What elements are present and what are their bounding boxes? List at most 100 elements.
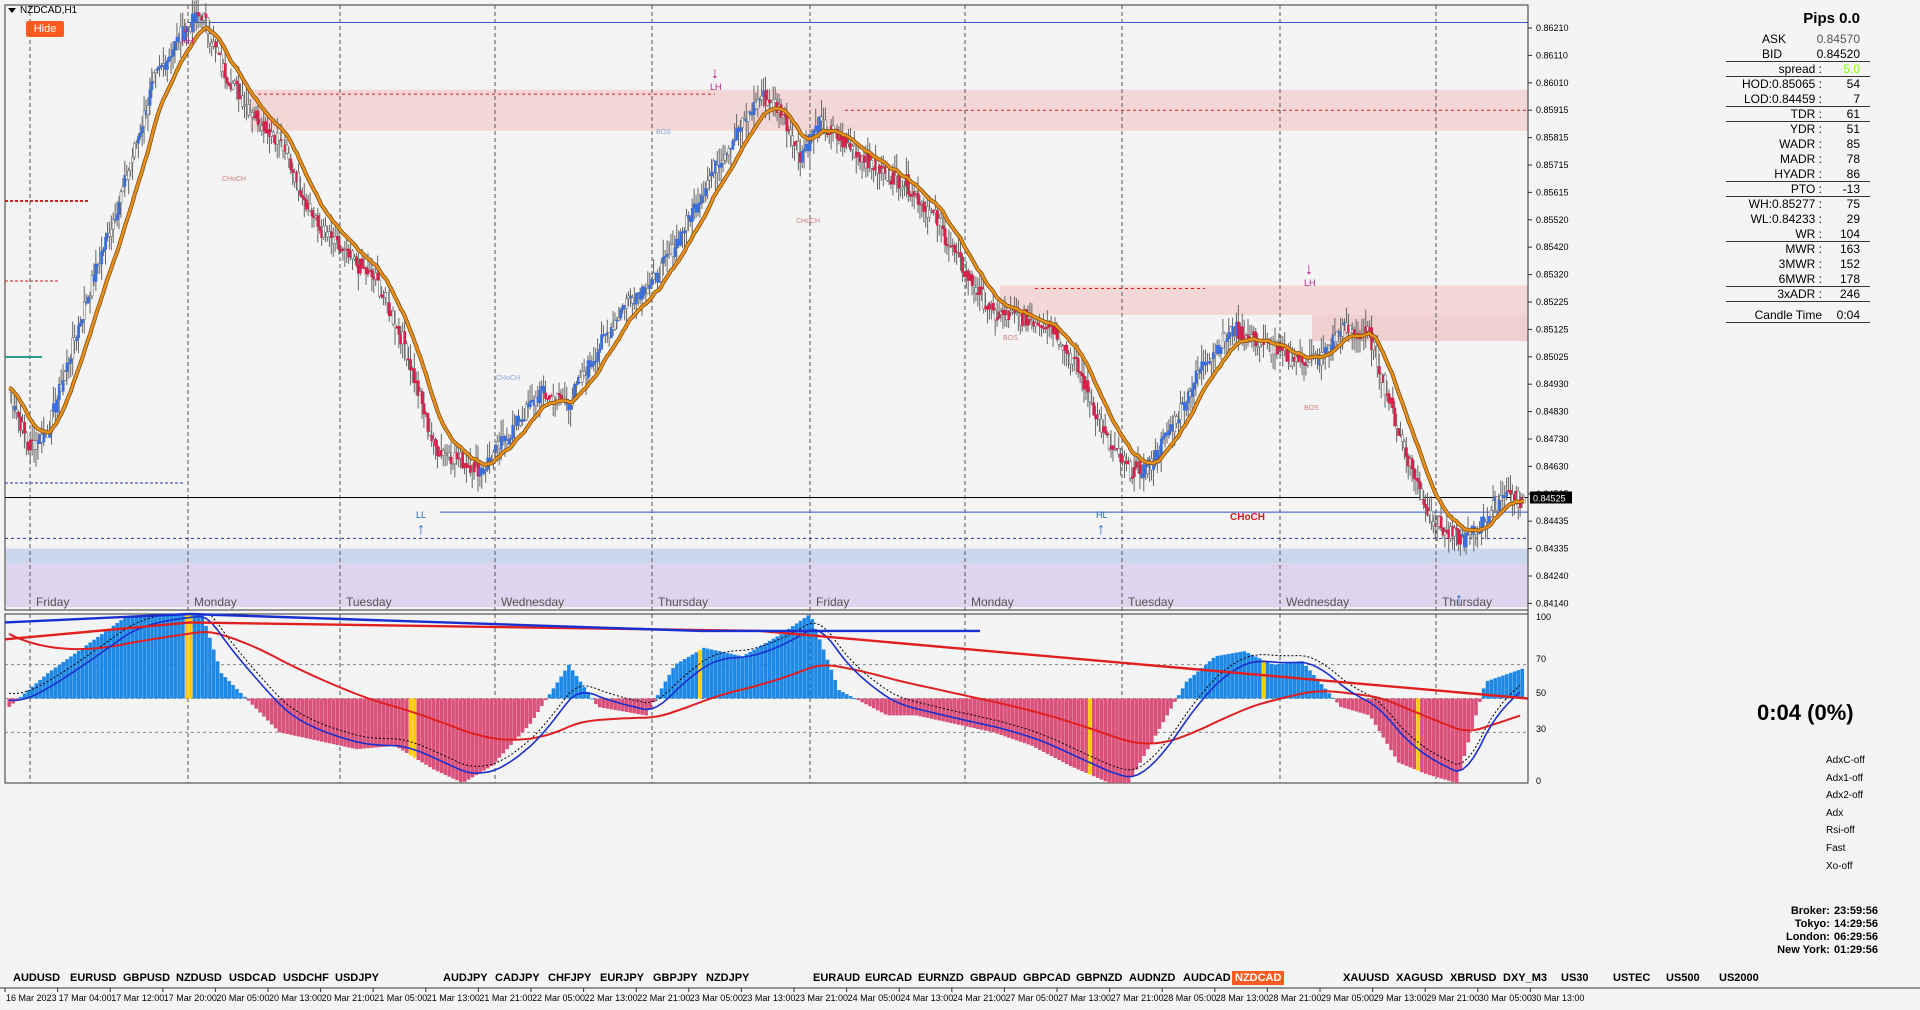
price-chart-canvas[interactable]: Friday Monday Tuesday Wednesday Thursday Frid… bbox=[0, 0, 1920, 1010]
candle-body bbox=[138, 132, 142, 137]
symbol-button-xagusd[interactable]: XAGUSD bbox=[1393, 971, 1446, 985]
symbol-button-chfjpy[interactable]: CHFJPY bbox=[545, 971, 594, 985]
time-tick-label: 28 Mar 13:00 bbox=[1216, 993, 1269, 1003]
candle-body bbox=[891, 171, 895, 185]
symbol-button-audnzd[interactable]: AUDNZD bbox=[1126, 971, 1178, 985]
bos-label-2: BOS bbox=[1003, 335, 1018, 342]
info-key: WL:0.84233 : bbox=[1750, 212, 1822, 226]
osc-histogram-bar bbox=[779, 634, 783, 699]
osc-histogram-bar bbox=[833, 679, 838, 699]
osc-legend-item: Xo-off bbox=[1826, 860, 1853, 872]
candle-body bbox=[683, 230, 686, 234]
candle-body bbox=[1424, 504, 1428, 508]
info-key: LOD:0.84459 : bbox=[1743, 92, 1822, 106]
candle-body bbox=[360, 258, 364, 269]
osc-histogram-bar bbox=[130, 617, 135, 699]
osc-histogram-bar bbox=[1431, 698, 1436, 777]
symbol-button-audusd[interactable]: AUDUSD bbox=[10, 971, 63, 985]
symbol-button-nzdjpy[interactable]: NZDJPY bbox=[703, 971, 752, 985]
symbol-button-usdcad[interactable]: USDCAD bbox=[226, 971, 279, 985]
hide-button[interactable]: Hide bbox=[26, 21, 64, 37]
osc-histogram-bar bbox=[1358, 698, 1362, 713]
day-label: Friday bbox=[36, 595, 69, 609]
symbol-button-gbpaud[interactable]: GBPAUD bbox=[967, 971, 1020, 985]
symbol-button-eurcad[interactable]: EURCAD bbox=[862, 971, 915, 985]
osc-histogram-bar bbox=[1157, 698, 1162, 729]
osc-histogram-bar bbox=[1350, 698, 1355, 711]
candle-body bbox=[65, 362, 69, 372]
osc-histogram-bar bbox=[1412, 698, 1416, 770]
candle-body bbox=[1376, 345, 1379, 367]
ask-row: ASK 0.84570 bbox=[1726, 32, 1870, 47]
osc-histogram-bar bbox=[304, 698, 309, 739]
osc-histogram-bar bbox=[1308, 670, 1312, 699]
candle-body bbox=[426, 412, 430, 432]
candle-body bbox=[542, 385, 546, 394]
osc-histogram-bar bbox=[169, 615, 174, 699]
symbol-button-eurnzd[interactable]: EURNZD bbox=[915, 971, 967, 985]
osc-histogram-bar bbox=[644, 698, 648, 716]
osc-histogram-bar bbox=[814, 629, 818, 699]
symbol-button-gbpjpy[interactable]: GBPJPY bbox=[650, 971, 701, 985]
osc-histogram-bar bbox=[486, 698, 490, 769]
symbol-button-gbpnzd[interactable]: GBPNZD bbox=[1073, 971, 1125, 985]
candle-body bbox=[214, 41, 218, 48]
time-tick-label: 29 Mar 05:00 bbox=[1321, 993, 1374, 1003]
symbol-button-us30[interactable]: US30 bbox=[1558, 971, 1592, 985]
day-label: Wednesday bbox=[501, 595, 564, 609]
session-name: New York: bbox=[1777, 944, 1830, 956]
candle-body bbox=[1341, 324, 1345, 337]
osc-legend-item: Fast bbox=[1826, 842, 1846, 854]
candle-body bbox=[420, 391, 424, 404]
symbol-button-eurjpy[interactable]: EURJPY bbox=[597, 971, 647, 985]
osc-histogram-bar bbox=[1018, 698, 1023, 742]
osc-histogram-bar bbox=[1153, 698, 1158, 736]
symbol-button-euraud[interactable]: EURAUD bbox=[810, 971, 863, 985]
candle-body bbox=[25, 432, 28, 443]
symbol-button-audjpy[interactable]: AUDJPY bbox=[440, 971, 491, 985]
osc-histogram-bar bbox=[1281, 663, 1285, 699]
time-tick-label: 27 Mar 21:00 bbox=[1111, 993, 1164, 1003]
symbol-button-xauusd[interactable]: XAUUSD bbox=[1340, 971, 1392, 985]
candle-body bbox=[449, 456, 453, 464]
symbol-button-xbrusd[interactable]: XBRUSD bbox=[1447, 971, 1499, 985]
symbol-button-eurusd[interactable]: EURUSD bbox=[67, 971, 119, 985]
osc-histogram-bar bbox=[331, 698, 336, 745]
symbol-button-usdchf[interactable]: USDCHF bbox=[280, 971, 332, 985]
symbol-button-gbpcad[interactable]: GBPCAD bbox=[1020, 971, 1074, 985]
dropdown-triangle-icon[interactable] bbox=[8, 8, 16, 13]
candle-body bbox=[150, 81, 154, 91]
symbol-button-dxy_m3[interactable]: DXY_M3 bbox=[1500, 971, 1550, 985]
osc-histogram-bar bbox=[543, 698, 548, 701]
osc-histogram-bar bbox=[844, 694, 849, 699]
osc-histogram-bar bbox=[1119, 698, 1123, 783]
day-label: Friday bbox=[816, 595, 849, 609]
time-tick-label: 30 Mar 13:00 bbox=[1531, 993, 1584, 1003]
symbol-button-gbpusd[interactable]: GBPUSD bbox=[120, 971, 173, 985]
time-tick-label: 24 Mar 05:00 bbox=[848, 993, 901, 1003]
candle-body bbox=[1146, 466, 1150, 474]
candle-body bbox=[1489, 510, 1493, 517]
symbol-button-audcad[interactable]: AUDCAD bbox=[1180, 971, 1234, 985]
osc-histogram-bar bbox=[65, 659, 69, 699]
osc-histogram-bar bbox=[1269, 663, 1274, 699]
osc-histogram-bar bbox=[702, 647, 706, 699]
osc-histogram-bar bbox=[18, 696, 23, 699]
candle-body bbox=[494, 444, 497, 453]
symbol-button-us500[interactable]: US500 bbox=[1663, 971, 1703, 985]
candle-body bbox=[1300, 357, 1304, 363]
price-tick-label: 0.85420 bbox=[1536, 242, 1569, 252]
symbol-button-nzdcad[interactable]: NZDCAD bbox=[1232, 971, 1285, 985]
candle-body bbox=[1430, 510, 1433, 522]
osc-histogram-bar bbox=[1188, 678, 1193, 699]
symbol-button-usdjpy[interactable]: USDJPY bbox=[332, 971, 382, 985]
symbol-button-cadjpy[interactable]: CADJPY bbox=[492, 971, 543, 985]
candle-body bbox=[582, 371, 586, 376]
candle-body bbox=[1231, 326, 1235, 337]
candle-body bbox=[376, 272, 380, 281]
symbol-button-nzdusd[interactable]: NZDUSD bbox=[173, 971, 225, 985]
osc-tick-label: 70 bbox=[1536, 654, 1546, 664]
symbol-button-us2000[interactable]: US2000 bbox=[1716, 971, 1762, 985]
candle-body bbox=[1391, 397, 1395, 409]
symbol-button-ustec[interactable]: USTEC bbox=[1610, 971, 1653, 985]
